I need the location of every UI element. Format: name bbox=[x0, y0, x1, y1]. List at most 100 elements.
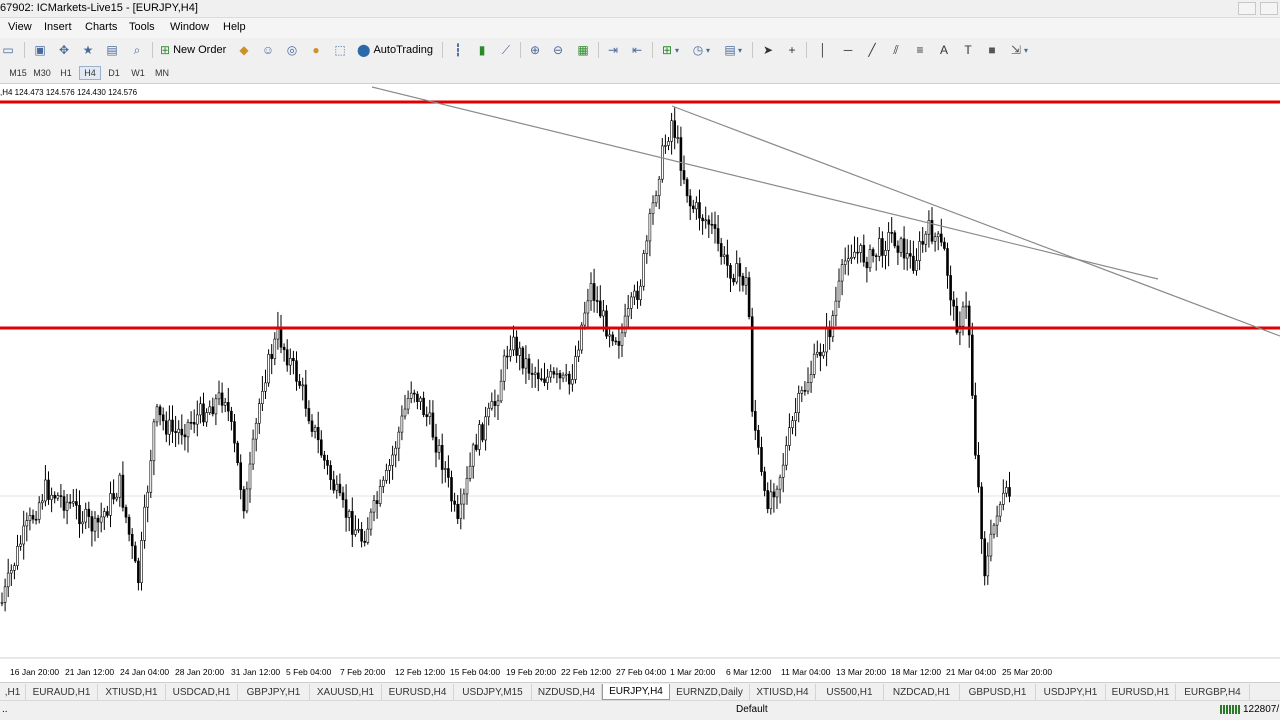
chart-tab[interactable]: NZDUSD,H4 bbox=[532, 684, 602, 700]
chart-tab[interactable]: EURJPY,H4 bbox=[602, 684, 670, 700]
chart-tab[interactable]: EURAUD,H1 bbox=[26, 684, 98, 700]
tile-windows-icon[interactable]: ▦ bbox=[575, 42, 591, 58]
chart-tab[interactable]: GBPUSD,H1 bbox=[960, 684, 1036, 700]
cursor-tool-icon[interactable]: ➤ bbox=[760, 42, 776, 58]
chart-tab[interactable]: USDJPY,M15 bbox=[454, 684, 532, 700]
timeframe-m15[interactable]: M15 bbox=[6, 66, 30, 80]
chart-tab[interactable]: EURGBP,H4 bbox=[1176, 684, 1250, 700]
candle-body bbox=[192, 422, 196, 425]
chart-tab[interactable]: XTIUSD,H1 bbox=[98, 684, 166, 700]
candle-body bbox=[781, 464, 785, 478]
crosshair-nav-icon[interactable]: ✥ bbox=[56, 42, 72, 58]
candle-body bbox=[78, 505, 81, 525]
market-watch-icon[interactable]: ★ bbox=[80, 42, 96, 58]
candle-body bbox=[877, 238, 881, 257]
status-help-hint: .. bbox=[2, 704, 8, 715]
signals-icon[interactable]: ◎ bbox=[284, 42, 300, 58]
candle-body bbox=[202, 403, 205, 423]
chevron-down-icon[interactable]: ▾ bbox=[704, 42, 712, 58]
candle-body bbox=[626, 308, 630, 317]
text-label-icon[interactable]: T bbox=[960, 42, 976, 58]
chart-tab[interactable]: NZDCAD,H1 bbox=[884, 684, 960, 700]
profiles-icon[interactable]: ▣ bbox=[32, 42, 48, 58]
timeframe-h1[interactable]: H1 bbox=[55, 66, 77, 80]
bar-chart-icon[interactable]: ┇ bbox=[450, 42, 466, 58]
candle-body bbox=[571, 379, 574, 385]
candle-body bbox=[267, 353, 270, 384]
maximize-button[interactable] bbox=[1260, 2, 1278, 15]
chart-shift-icon[interactable]: ⇤ bbox=[629, 42, 645, 58]
candle-body bbox=[729, 265, 732, 279]
menu-charts[interactable]: Charts bbox=[85, 21, 117, 33]
crosshair-tool-icon[interactable]: + bbox=[784, 42, 800, 58]
candle-body bbox=[499, 380, 503, 402]
trendline-icon[interactable]: ╱ bbox=[864, 42, 880, 58]
auto-trading-button[interactable]: ⬤ AutoTrading bbox=[357, 41, 433, 59]
candle-body bbox=[103, 511, 106, 518]
minimize-button[interactable] bbox=[1238, 2, 1256, 15]
zoom-out-icon[interactable]: ⊖ bbox=[550, 42, 566, 58]
candle-body bbox=[165, 420, 168, 435]
chevron-down-icon[interactable]: ▾ bbox=[736, 42, 744, 58]
timeframe-w1[interactable]: W1 bbox=[127, 66, 149, 80]
price-chart[interactable]: 16 Jan 20:00 21 Jan 12:00 24 Jan 04:00 28 J… bbox=[0, 84, 1280, 682]
navigator-icon[interactable]: ▤ bbox=[104, 42, 120, 58]
chevron-down-icon[interactable]: ▾ bbox=[1022, 42, 1030, 58]
chevron-down-icon[interactable]: ▾ bbox=[673, 42, 681, 58]
line-chart-icon[interactable]: ⟋ bbox=[498, 42, 514, 58]
candle-body bbox=[688, 195, 692, 207]
timeframe-h4[interactable]: H4 bbox=[79, 66, 101, 80]
chart-tab[interactable]: USDCAD,H1 bbox=[166, 684, 238, 700]
horizontal-line-icon[interactable]: ─ bbox=[840, 42, 856, 58]
auto-scroll-icon[interactable]: ⇥ bbox=[605, 42, 621, 58]
candle-body bbox=[667, 141, 670, 146]
candlestick-icon[interactable]: ▮ bbox=[474, 42, 490, 58]
chart-canvas[interactable]: 16 Jan 20:00 21 Jan 12:00 24 Jan 04:00 28 J… bbox=[0, 84, 1280, 682]
candle-body bbox=[481, 424, 484, 441]
chart-tab[interactable]: EURUSD,H1 bbox=[1106, 684, 1176, 700]
chart-tab[interactable]: EURUSD,H4 bbox=[382, 684, 454, 700]
candle-body bbox=[512, 336, 515, 351]
candle-body bbox=[106, 511, 109, 516]
new-chart-icon[interactable]: ▭ bbox=[0, 42, 16, 58]
text-tool-icon[interactable]: A bbox=[936, 42, 952, 58]
chart-tab[interactable]: US500,H1 bbox=[816, 684, 884, 700]
timeframe-mn[interactable]: MN bbox=[151, 66, 173, 80]
vps-icon[interactable]: ⬚ bbox=[332, 42, 348, 58]
chart-tab[interactable]: USDJPY,H1 bbox=[1036, 684, 1106, 700]
vertical-line-icon[interactable]: │ bbox=[815, 42, 831, 58]
candle-body bbox=[986, 555, 990, 577]
candle-body bbox=[567, 373, 571, 385]
tester-icon[interactable]: ⌕ bbox=[129, 42, 145, 58]
new-order-button[interactable]: ⊞ New Order bbox=[160, 41, 226, 59]
menu-help[interactable]: Help bbox=[223, 21, 246, 33]
terminal-icon[interactable]: ☺ bbox=[260, 42, 276, 58]
menu-insert[interactable]: Insert bbox=[44, 21, 72, 33]
chart-tab[interactable]: ,H1 bbox=[0, 684, 26, 700]
candle-body bbox=[896, 245, 900, 253]
candle-body bbox=[890, 232, 894, 234]
candle-body bbox=[983, 538, 987, 577]
menu-view[interactable]: View bbox=[8, 21, 32, 33]
chart-tab[interactable]: XAUUSD,H1 bbox=[310, 684, 382, 700]
arrows-icon[interactable]: ■ bbox=[984, 42, 1000, 58]
chart-tab[interactable]: GBPJPY,H1 bbox=[238, 684, 310, 700]
candle-body bbox=[521, 347, 525, 369]
chart-tab[interactable]: EURNZD,Daily bbox=[670, 684, 750, 700]
zoom-in-icon[interactable]: ⊕ bbox=[527, 42, 543, 58]
candle-body bbox=[633, 290, 636, 298]
metaeditor-icon[interactable]: ◆ bbox=[236, 42, 252, 58]
candle-body bbox=[99, 516, 103, 523]
chart-tab[interactable]: XTIUSD,H4 bbox=[750, 684, 816, 700]
candle-body bbox=[16, 545, 19, 566]
menu-tools[interactable]: Tools bbox=[129, 21, 155, 33]
timeframe-d1[interactable]: D1 bbox=[103, 66, 125, 80]
market-icon[interactable]: ● bbox=[308, 42, 324, 58]
equidistant-channel-icon[interactable]: ⫽ bbox=[888, 42, 904, 58]
candle-body bbox=[34, 518, 38, 521]
candle-body bbox=[540, 378, 543, 380]
timeframe-m30[interactable]: M30 bbox=[30, 66, 54, 80]
candle-body bbox=[264, 382, 267, 392]
menu-window[interactable]: Window bbox=[170, 21, 209, 33]
fibonacci-icon[interactable]: ≡ bbox=[912, 42, 928, 58]
